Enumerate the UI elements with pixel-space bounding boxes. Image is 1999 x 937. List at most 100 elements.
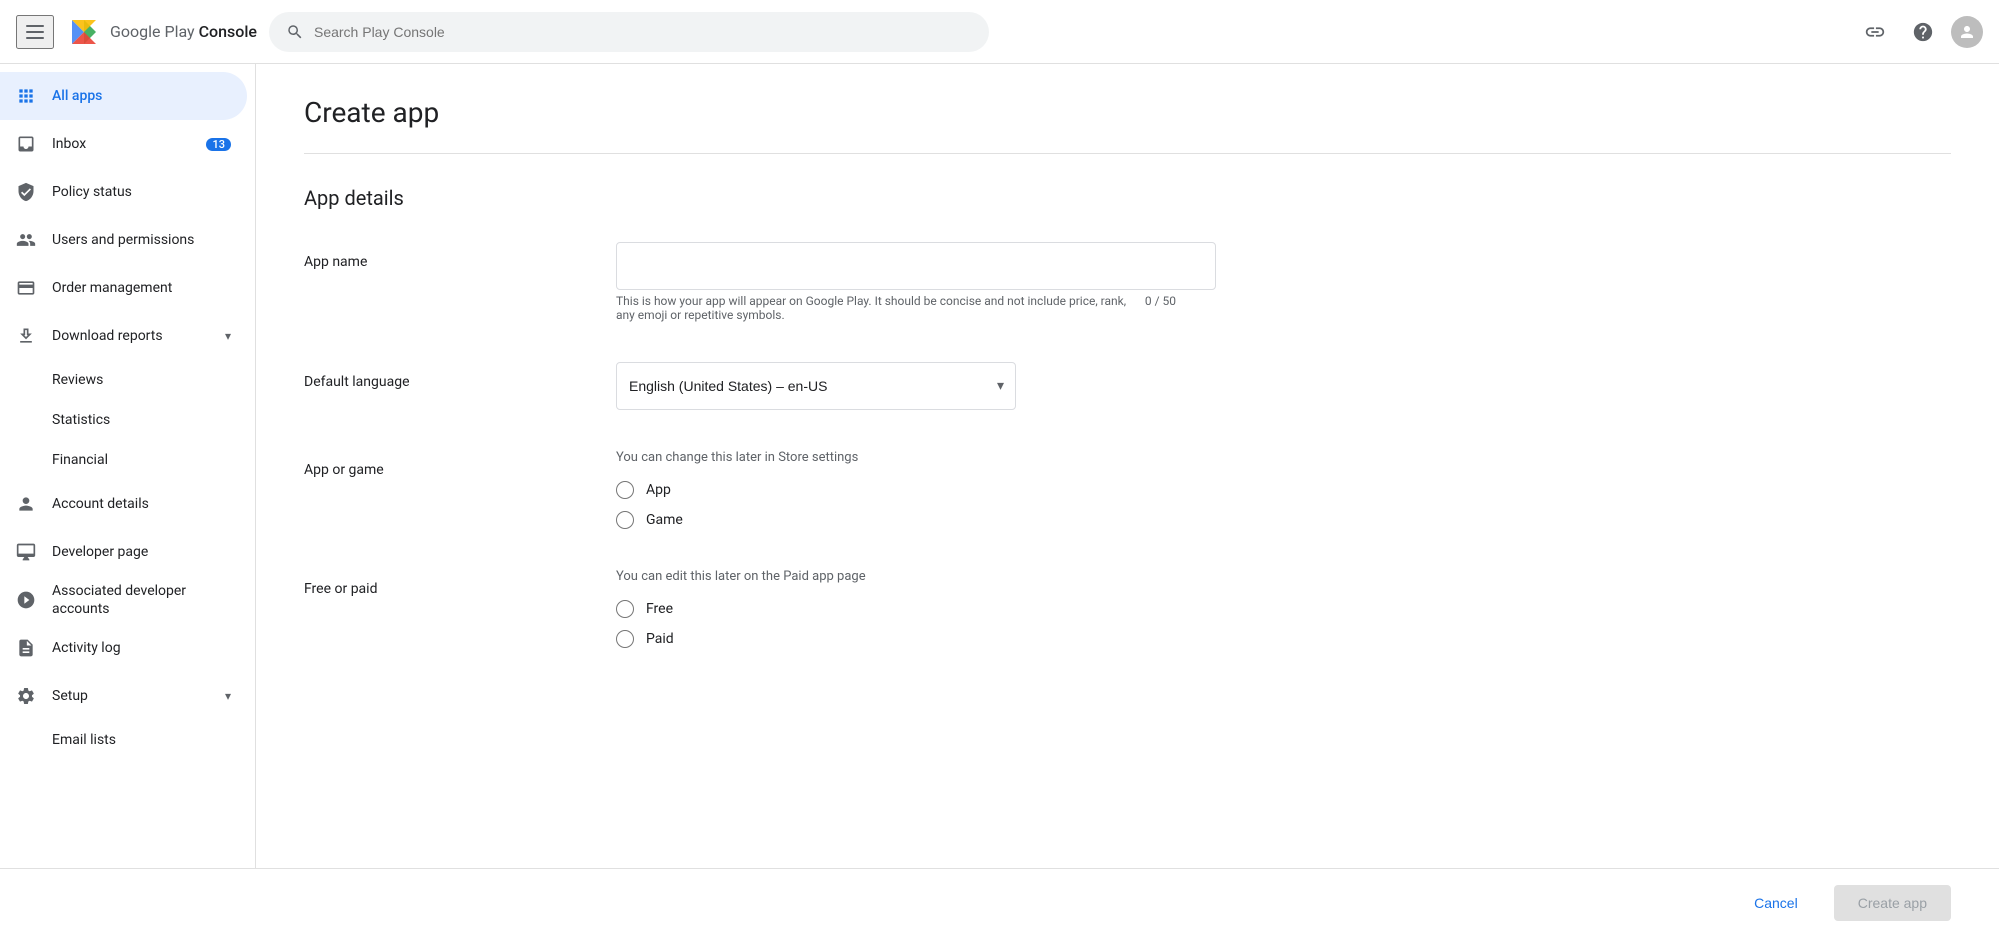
char-count: 0 / 50 [1145, 294, 1176, 322]
sidebar-item-activity-log[interactable]: Activity log [0, 624, 247, 672]
app-or-game-control: You can change this later in Store setti… [616, 450, 1951, 529]
grid-icon [16, 86, 36, 106]
sidebar-label-inbox: Inbox [52, 136, 86, 152]
free-or-paid-hint: You can edit this later on the Paid app … [616, 569, 1951, 584]
avatar[interactable] [1951, 16, 1983, 48]
sidebar-label-policy: Policy status [52, 184, 132, 200]
sidebar-item-developer-page[interactable]: Developer page [0, 528, 247, 576]
download-reports-chevron: ▾ [225, 329, 231, 343]
app-or-game-radio-group: App Game [616, 481, 1951, 529]
sidebar-item-setup[interactable]: Setup ▾ [0, 672, 247, 720]
free-or-paid-control: You can edit this later on the Paid app … [616, 569, 1951, 648]
shield-icon [16, 182, 36, 202]
radio-paid[interactable] [616, 630, 634, 648]
sidebar-label-email-lists: Email lists [52, 732, 116, 748]
app-or-game-row: App or game You can change this later in… [304, 450, 1951, 529]
sidebar-label-download: Download reports [52, 328, 163, 344]
sidebar-item-financial[interactable]: Financial [0, 440, 247, 480]
divider [304, 153, 1951, 154]
link-icon [1864, 21, 1886, 43]
setup-chevron: ▾ [225, 689, 231, 703]
free-or-paid-label: Free or paid [304, 569, 584, 597]
app-name-label: App name [304, 242, 584, 270]
help-icon [1912, 21, 1934, 43]
sidebar-label-activity: Activity log [52, 640, 121, 656]
inbox-badge: 13 [206, 138, 231, 151]
linked-icon [16, 590, 36, 610]
card-icon [16, 278, 36, 298]
main-content: Create app App details App name This is … [256, 64, 1999, 868]
default-language-control: English (United States) – en-US English … [616, 362, 1951, 410]
sidebar-item-order-management[interactable]: Order management [0, 264, 247, 312]
link-button[interactable] [1855, 12, 1895, 52]
inbox-icon [16, 134, 36, 154]
sidebar-label-reviews: Reviews [52, 372, 103, 388]
radio-app-text: App [646, 482, 671, 498]
section-title: App details [304, 186, 1951, 210]
radio-app-label[interactable]: App [616, 481, 1951, 499]
sidebar-item-policy-status[interactable]: Policy status [0, 168, 247, 216]
radio-paid-text: Paid [646, 631, 674, 647]
sidebar-label-all-apps: All apps [52, 88, 102, 104]
language-select[interactable]: English (United States) – en-US English … [616, 362, 1016, 410]
footer: Cancel Create app [0, 868, 1999, 937]
radio-game-label[interactable]: Game [616, 511, 1951, 529]
search-icon [286, 23, 304, 41]
sidebar-item-download-reports[interactable]: Download reports ▾ [0, 312, 247, 360]
app-name-input[interactable] [616, 242, 1216, 290]
app-or-game-hint: You can change this later in Store setti… [616, 450, 1951, 465]
sidebar-label-users: Users and permissions [52, 232, 194, 248]
language-select-wrapper: English (United States) – en-US English … [616, 362, 1016, 410]
search-bar [269, 12, 989, 52]
menu-button[interactable] [16, 15, 54, 49]
file-icon [16, 638, 36, 658]
cancel-button[interactable]: Cancel [1730, 885, 1822, 921]
sidebar-label-financial: Financial [52, 452, 108, 468]
app-or-game-label: App or game [304, 450, 584, 478]
search-input[interactable] [314, 24, 972, 40]
sidebar-item-email-lists[interactable]: Email lists [0, 720, 247, 760]
developer-icon [16, 542, 36, 562]
sidebar-label-account: Account details [52, 496, 149, 512]
radio-game[interactable] [616, 511, 634, 529]
default-language-label: Default language [304, 362, 584, 390]
sidebar-label-developer: Developer page [52, 544, 148, 560]
help-button[interactable] [1903, 12, 1943, 52]
radio-app[interactable] [616, 481, 634, 499]
app-name-control: This is how your app will appear on Goog… [616, 242, 1951, 322]
radio-free-label[interactable]: Free [616, 600, 1951, 618]
topbar: Google Play Console [0, 0, 1999, 64]
play-console-logo-icon [66, 14, 102, 50]
radio-free-text: Free [646, 601, 673, 617]
sidebar-label-order: Order management [52, 280, 172, 296]
sidebar-item-associated-developer[interactable]: Associated developer accounts [0, 576, 247, 624]
sidebar-item-inbox[interactable]: Inbox 13 [0, 120, 247, 168]
gear-icon [16, 686, 36, 706]
sidebar-label-associated: Associated developer accounts [52, 582, 231, 618]
logo-text: Google Play Console [110, 22, 257, 41]
topbar-actions [1855, 12, 1983, 52]
sidebar-item-reviews[interactable]: Reviews [0, 360, 247, 400]
layout: All apps Inbox 13 Policy status [0, 64, 1999, 868]
page-title: Create app [304, 96, 1951, 129]
free-or-paid-radio-group: Free Paid [616, 600, 1951, 648]
create-app-button[interactable]: Create app [1834, 885, 1951, 921]
sidebar-label-statistics: Statistics [52, 412, 110, 428]
sidebar-item-account-details[interactable]: Account details [0, 480, 247, 528]
sidebar-item-statistics[interactable]: Statistics [0, 400, 247, 440]
download-icon [16, 326, 36, 346]
radio-free[interactable] [616, 600, 634, 618]
person-icon [16, 494, 36, 514]
free-or-paid-row: Free or paid You can edit this later on … [304, 569, 1951, 648]
sidebar-item-users-permissions[interactable]: Users and permissions [0, 216, 247, 264]
people-icon [16, 230, 36, 250]
avatar-icon [1958, 23, 1976, 41]
app-name-hint-text: This is how your app will appear on Goog… [616, 294, 1137, 322]
logo[interactable]: Google Play Console [66, 14, 257, 50]
default-language-row: Default language English (United States)… [304, 362, 1951, 410]
sidebar: All apps Inbox 13 Policy status [0, 64, 256, 868]
sidebar-item-all-apps[interactable]: All apps [0, 72, 247, 120]
app-name-hint: This is how your app will appear on Goog… [616, 294, 1176, 322]
radio-paid-label[interactable]: Paid [616, 630, 1951, 648]
app-name-row: App name This is how your app will appea… [304, 242, 1951, 322]
